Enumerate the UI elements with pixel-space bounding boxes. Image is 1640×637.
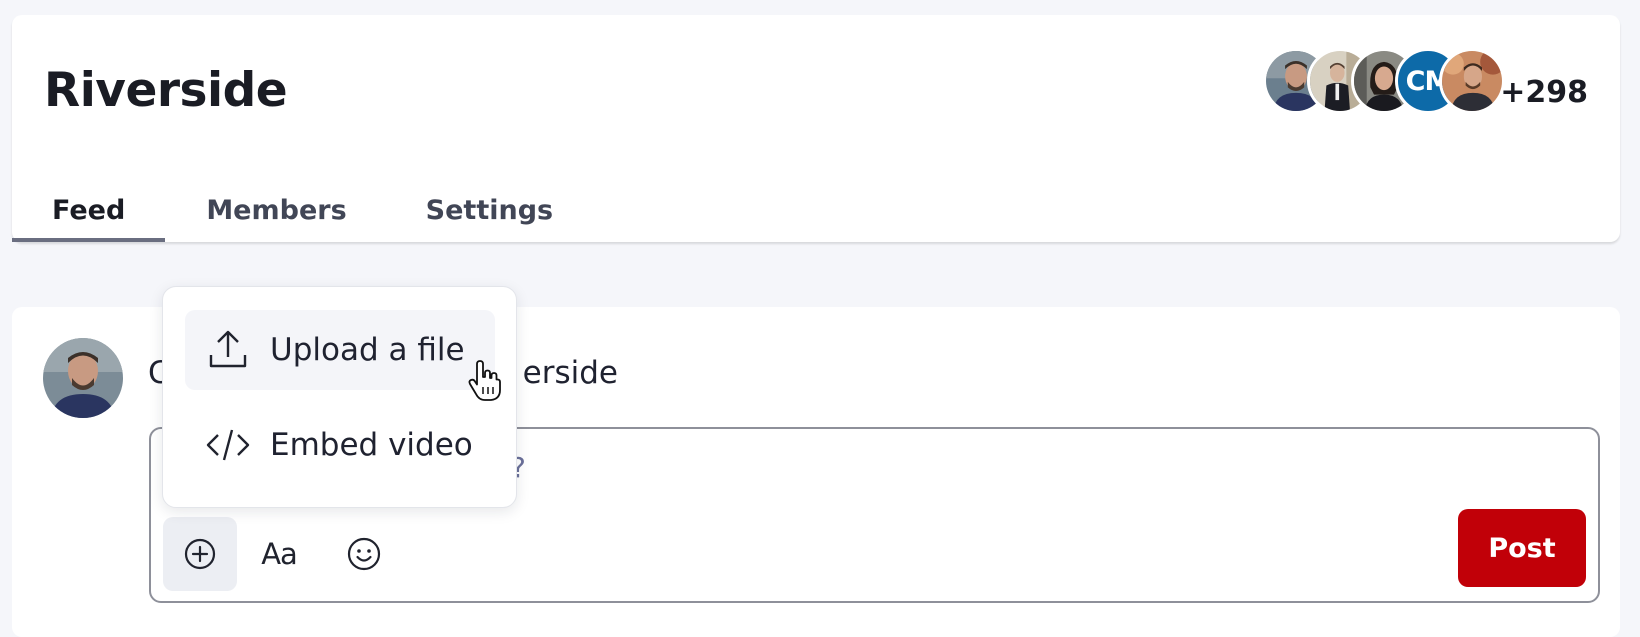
member-avatar-stack[interactable]: CM [1263,48,1505,116]
current-user-photo [43,338,123,418]
hand-pointer-icon [468,360,501,401]
page-title: Riverside [44,63,288,118]
menu-item-label: Embed video [270,427,473,463]
space-tabs: Feed Members Settings [12,175,593,242]
space-header: Riverside CM +298 Feed Members Settings [12,15,1620,242]
post-button[interactable]: Post [1458,509,1586,587]
menu-item-upload-file[interactable]: Upload a file [185,310,495,390]
menu-item-embed-video[interactable]: Embed video [185,405,495,485]
member-photo-5 [1442,51,1502,111]
tab-feed[interactable]: Feed [12,175,166,242]
menu-item-label: Upload a file [270,332,465,368]
text-format-icon: Aa [261,537,298,571]
member-count[interactable]: +298 [1500,75,1588,110]
avatar [43,338,123,418]
attach-button[interactable] [163,517,237,591]
attach-menu: Upload a file Embed video [162,286,517,508]
tab-members[interactable]: Members [165,175,386,242]
text-format-button[interactable]: Aa [242,517,316,591]
avatar[interactable] [1439,48,1505,114]
tab-settings[interactable]: Settings [387,175,593,242]
code-icon [205,422,251,468]
smiley-icon [347,537,381,571]
upload-icon [205,327,251,373]
composer-prompt-end: erside [522,355,618,391]
emoji-button[interactable] [327,517,401,591]
plus-circle-icon [184,538,216,570]
